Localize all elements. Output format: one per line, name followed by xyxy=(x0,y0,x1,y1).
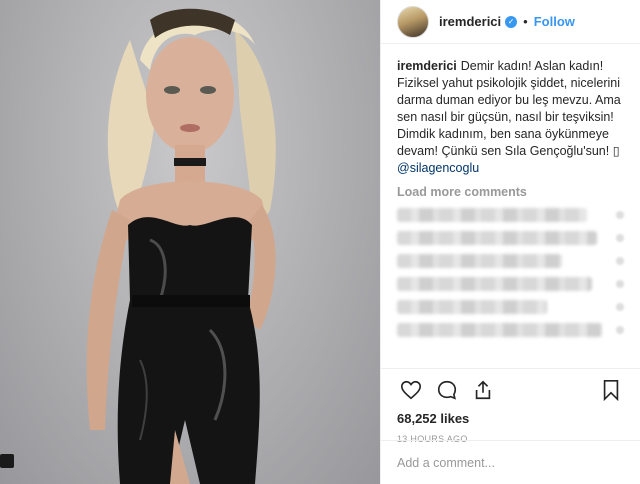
action-icon-row xyxy=(397,375,625,405)
post-actions: 68,252 likes 13 HOURS AGO xyxy=(381,368,640,444)
comment-like-icon[interactable] xyxy=(616,211,624,219)
follow-button[interactable]: Follow xyxy=(534,14,575,29)
header-username[interactable]: iremderici xyxy=(439,14,501,29)
verified-badge-icon: ✓ xyxy=(505,15,518,28)
add-comment-bar xyxy=(381,440,640,484)
blurred-comment xyxy=(397,277,624,291)
photo-illustration xyxy=(86,8,276,484)
comment-icon[interactable] xyxy=(433,376,461,404)
blurred-comment xyxy=(397,254,624,268)
heart-icon[interactable] xyxy=(397,376,425,404)
share-icon[interactable] xyxy=(469,376,497,404)
add-comment-input[interactable] xyxy=(397,455,625,470)
tag-people-icon[interactable] xyxy=(0,454,14,468)
caption-username[interactable]: iremderici xyxy=(397,59,457,73)
load-more-comments-button[interactable]: Load more comments xyxy=(397,185,624,199)
caption: iremderici Demir kadın! Aslan kadın! Fizi… xyxy=(397,58,624,177)
post-photo[interactable] xyxy=(0,0,380,484)
post-side-panel: iremderici ✓ • Follow iremderici Demir ka… xyxy=(380,0,640,484)
comment-like-icon[interactable] xyxy=(616,257,624,265)
caption-mention[interactable]: @silagencoglu xyxy=(397,161,479,175)
avatar[interactable] xyxy=(397,5,429,38)
blurred-comment xyxy=(397,300,624,314)
comment-like-icon[interactable] xyxy=(616,280,624,288)
header-separator: • xyxy=(523,14,528,29)
bookmark-icon[interactable] xyxy=(597,376,625,404)
post-header: iremderici ✓ • Follow xyxy=(381,0,640,44)
caption-text: Demir kadın! Aslan kadın! Fiziksel yahut… xyxy=(397,59,621,158)
comment-like-icon[interactable] xyxy=(616,326,624,334)
likes-count[interactable]: 68,252 likes xyxy=(397,411,625,426)
comment-like-icon[interactable] xyxy=(616,234,624,242)
comments-section: iremderici Demir kadın! Aslan kadın! Fizi… xyxy=(381,44,640,337)
blurred-comment xyxy=(397,231,624,245)
blurred-comment xyxy=(397,208,624,222)
blurred-comment xyxy=(397,323,624,337)
comment-like-icon[interactable] xyxy=(616,303,624,311)
